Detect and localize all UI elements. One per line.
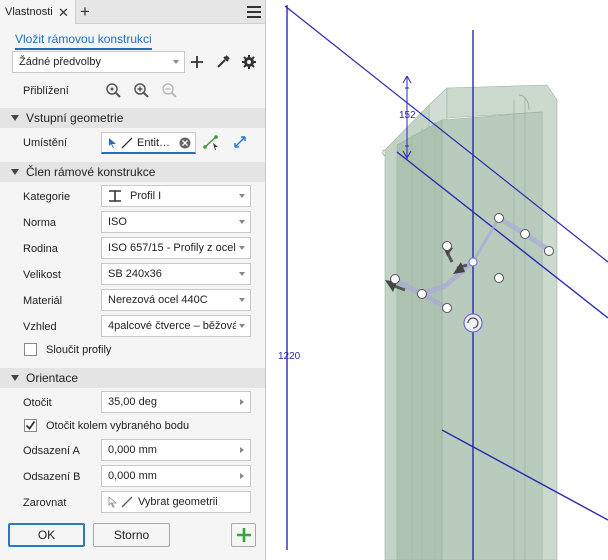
add-tab-icon[interactable]: + — [80, 2, 90, 22]
zoom-out-icon[interactable] — [161, 82, 177, 98]
standard-dropdown[interactable]: ISO — [101, 211, 251, 233]
material-value: Nerezová ocel 440C — [108, 294, 208, 306]
offset-a-input[interactable]: 0,000 mm — [101, 439, 251, 461]
section-frame-member[interactable]: Člen rámové konstrukce — [0, 162, 265, 182]
dimension-left[interactable]: 1220 — [278, 351, 301, 362]
cursor-icon — [108, 496, 118, 508]
section-orientation[interactable]: Orientace — [0, 368, 265, 388]
command-title: Vložit rámovou konstrukci — [15, 32, 152, 50]
standard-value: ISO — [108, 216, 127, 228]
line-icon — [121, 496, 133, 508]
clear-icon[interactable] — [179, 137, 191, 149]
zoom-fit-icon[interactable] — [105, 82, 121, 98]
category-value: Profil I — [130, 190, 162, 202]
checkmark-icon — [25, 420, 36, 430]
family-label: Rodina — [23, 243, 58, 255]
size-value: SB 240x36 — [108, 268, 162, 280]
category-dropdown[interactable]: Profil I — [101, 185, 251, 207]
appearance-label: Vzhled — [23, 321, 57, 333]
section-frame-member-label: Člen rámové konstrukce — [26, 165, 156, 179]
family-value: ISO 657/15 - Profily z ocel — [108, 242, 236, 254]
rotate-about-point-label: Otočit kolem vybraného bodu — [46, 420, 190, 432]
i-profile-icon — [109, 190, 121, 202]
offset-b-input[interactable]: 0,000 mm — [101, 465, 251, 487]
profile-web — [441, 111, 543, 560]
size-dropdown[interactable]: SB 240x36 — [101, 263, 251, 285]
line-icon — [121, 137, 133, 148]
align-selector[interactable]: Vybrat geometrii — [101, 491, 251, 513]
tab-bar: Vlastnosti ✕ + — [0, 0, 265, 24]
rotate-input[interactable]: 35,00 deg — [101, 391, 251, 413]
offset-b-value: 0,000 mm — [108, 470, 157, 482]
dimension-top[interactable]: 152 — [399, 110, 416, 121]
rotate-handle-icon[interactable] — [463, 313, 483, 333]
rotate-about-point-checkbox[interactable] — [24, 419, 37, 432]
properties-panel: Vlastnosti ✕ + Vložit rámovou konstrukci… — [0, 0, 266, 560]
material-dropdown[interactable]: Nerezová ocel 440C — [101, 289, 251, 311]
pipette-icon[interactable] — [215, 54, 231, 70]
category-label: Kategorie — [23, 191, 71, 203]
apply-button[interactable] — [231, 523, 256, 547]
cancel-button[interactable]: Storno — [93, 523, 170, 547]
appearance-dropdown[interactable]: 4palcové čtverce – běžová — [101, 315, 251, 337]
align-value: Vybrat geometrii — [138, 496, 218, 508]
ok-button[interactable]: OK — [8, 523, 85, 547]
tab-properties[interactable]: Vlastnosti ✕ — [0, 0, 76, 24]
gear-icon[interactable] — [241, 54, 257, 70]
preset-dropdown[interactable]: Žádné předvolby — [12, 51, 185, 73]
section-input-geometry[interactable]: Vstupní geometrie — [0, 108, 265, 128]
zoom-in-icon[interactable] — [133, 82, 149, 98]
rotate-value: 35,00 deg — [108, 396, 157, 408]
frame-scene: 152 1220 — [278, 5, 608, 560]
section-orientation-label: Orientace — [26, 371, 79, 385]
offset-b-label: Odsazení B — [23, 471, 81, 483]
section-input-geometry-label: Vstupní geometrie — [26, 111, 124, 125]
cursor-icon — [109, 137, 116, 148]
preset-value: Žádné předvolby — [19, 56, 101, 68]
family-dropdown[interactable]: ISO 657/15 - Profily z ocel — [101, 237, 251, 259]
placement-value: Entit… — [137, 136, 171, 149]
flip-direction-icon[interactable] — [232, 134, 248, 150]
zoom-label: Přiblížení — [23, 85, 69, 97]
offset-a-value: 0,000 mm — [108, 444, 157, 456]
add-preset-icon[interactable] — [190, 55, 204, 69]
select-edges-icon[interactable] — [203, 134, 221, 150]
placement-selector[interactable]: Entit… — [101, 132, 196, 154]
plus-icon — [236, 528, 251, 542]
merge-profiles-label: Sloučit profily — [46, 344, 112, 356]
standard-label: Norma — [23, 217, 57, 229]
rotate-label: Otočit — [23, 397, 52, 409]
material-label: Materiál — [23, 295, 63, 307]
close-icon[interactable]: ✕ — [58, 5, 69, 21]
menu-icon[interactable] — [247, 6, 261, 18]
3d-viewport[interactable]: 152 1220 — [267, 0, 608, 560]
merge-profiles-checkbox[interactable] — [24, 343, 37, 356]
placement-label: Umístění — [23, 137, 68, 149]
offset-a-label: Odsazení A — [23, 445, 80, 457]
align-label: Zarovnat — [23, 497, 67, 509]
size-label: Velikost — [23, 269, 61, 281]
appearance-value: 4palcové čtverce – běžová — [108, 320, 236, 332]
tab-properties-label: Vlastnosti — [5, 6, 53, 18]
